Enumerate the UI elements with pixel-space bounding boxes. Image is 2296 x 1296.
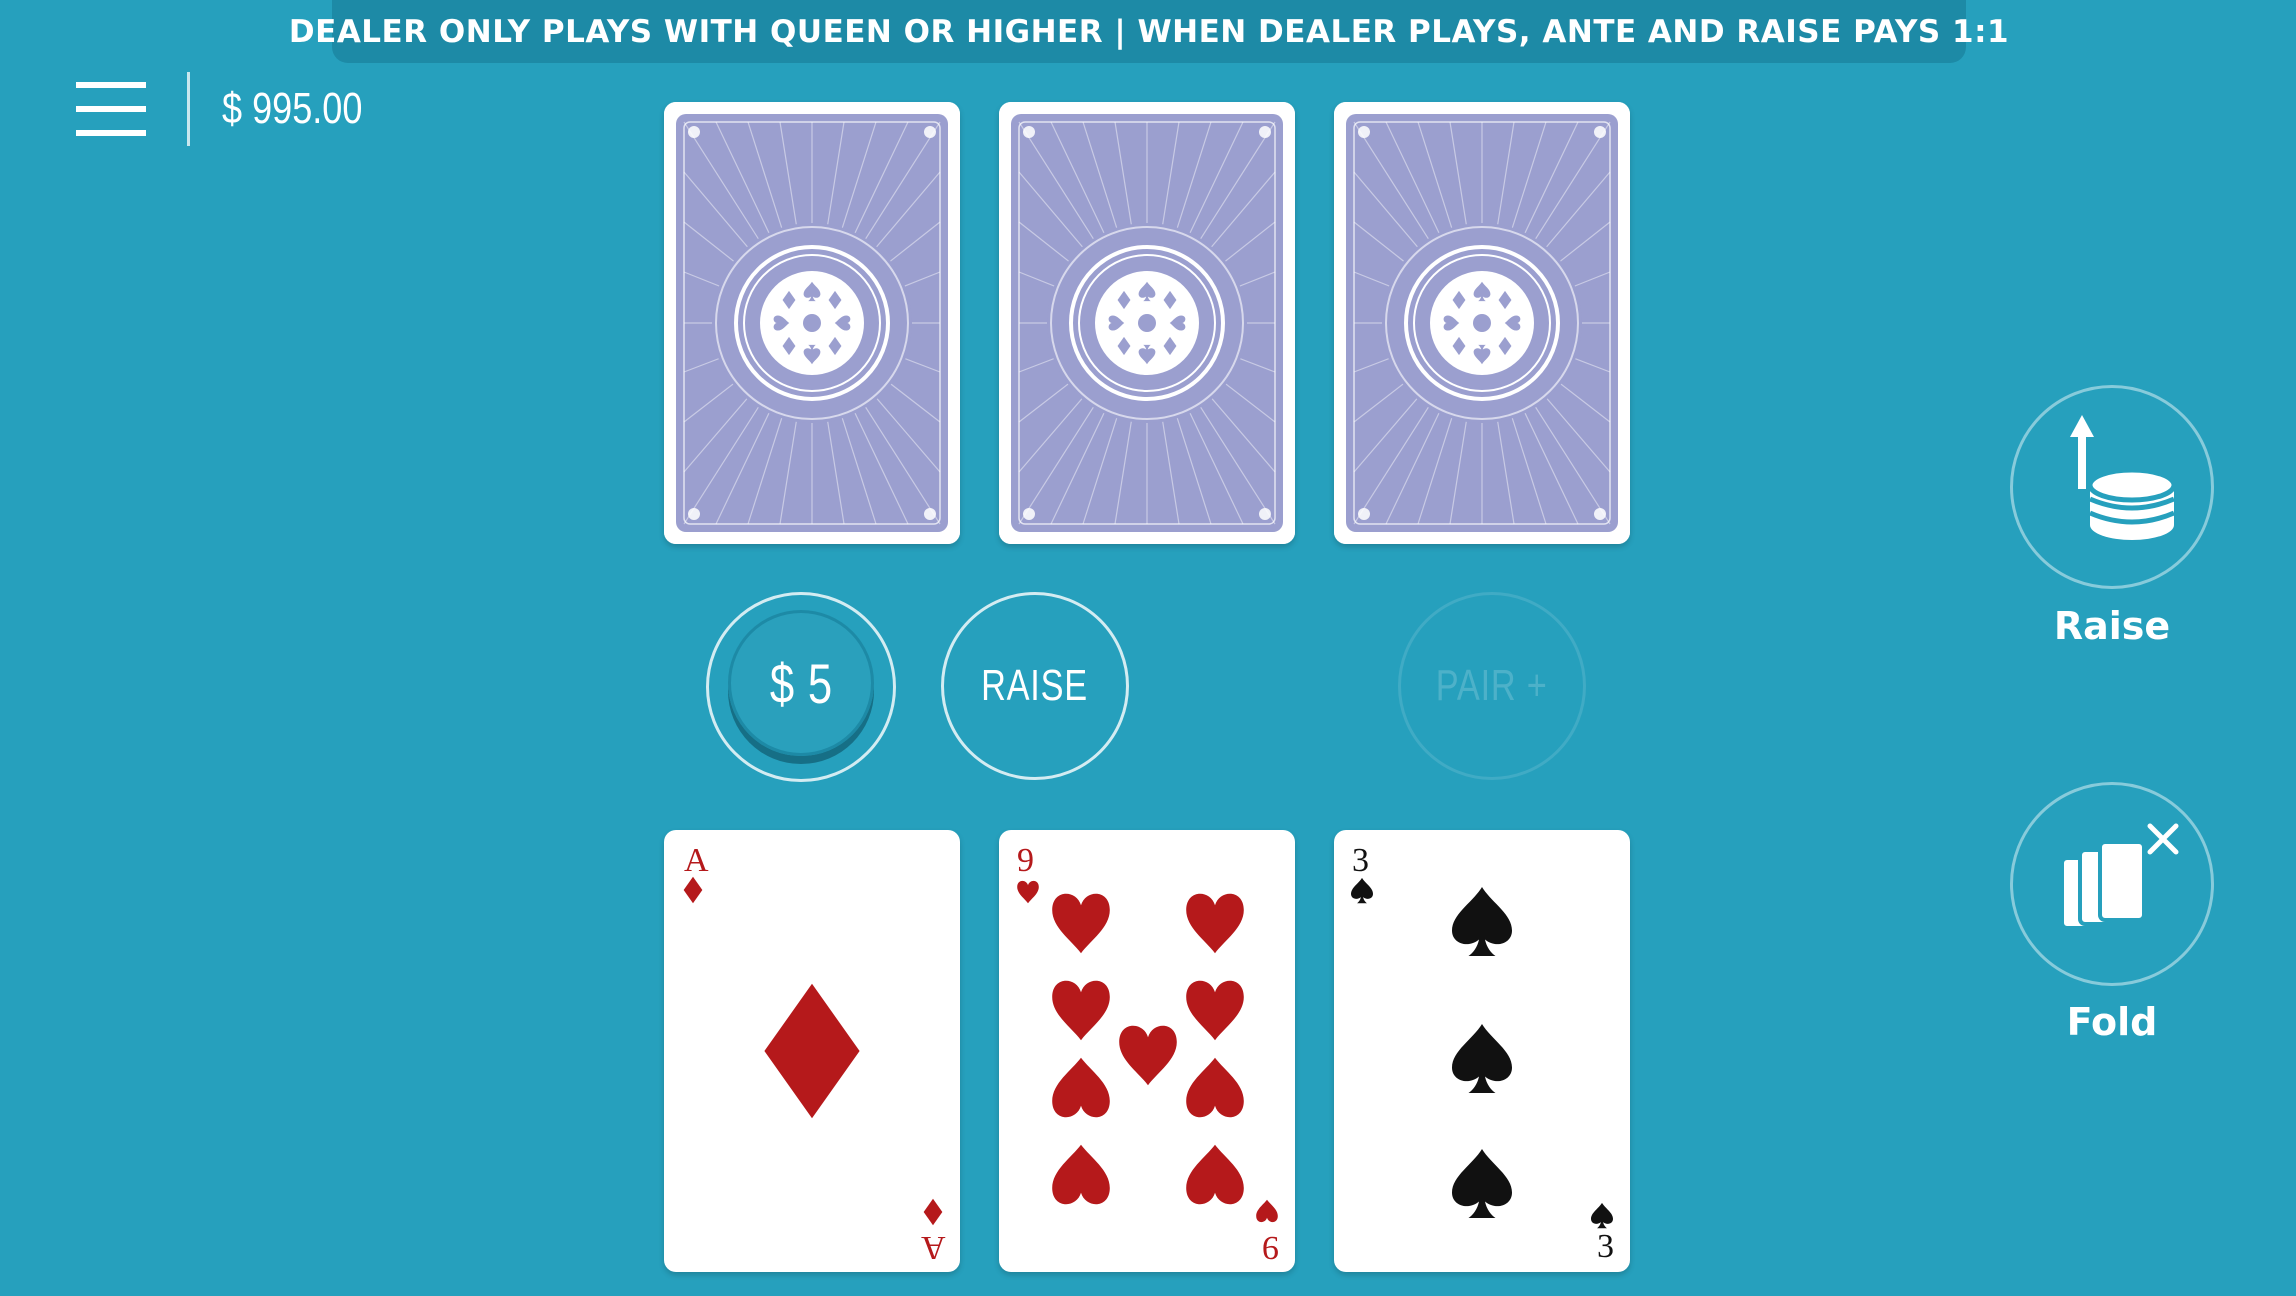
card-rank-bottom: 9 (1262, 1229, 1279, 1266)
spade-suit-icon (1351, 877, 1613, 1229)
balance-display: $ 995.00 (222, 84, 363, 133)
player-card-nine-of-hearts: 9 9 (999, 830, 1295, 1272)
fold-action-label[interactable]: Fold (2010, 1000, 2214, 1044)
player-card-ace-of-diamonds: A A (664, 830, 960, 1272)
diamond-suit-icon (683, 876, 943, 1226)
fold-cards-icon (2060, 823, 2179, 930)
raise-spot-label: RAISE (981, 661, 1089, 710)
pair-plus-bet-spot[interactable]: PAIR + (1398, 592, 1586, 780)
raise-action-button[interactable] (2010, 385, 2214, 589)
pair-plus-spot-label: PAIR + (1436, 661, 1548, 710)
raise-bet-spot[interactable]: RAISE (941, 592, 1129, 780)
player-card-three-of-spades: 3 3 (1334, 830, 1630, 1272)
header-divider (187, 72, 190, 146)
dealer-card-1 (664, 102, 960, 544)
fold-action-button[interactable] (2010, 782, 2214, 986)
card-back-icon (999, 102, 1295, 544)
raise-action-label[interactable]: Raise (2010, 604, 2214, 648)
card-back-icon (1334, 102, 1630, 544)
dealer-card-2 (999, 102, 1295, 544)
card-rank-bottom: A (921, 1229, 946, 1266)
rules-banner: DEALER ONLY PLAYS WITH QUEEN OR HIGHER |… (289, 0, 2009, 63)
ante-chip-amount: $ 5 (769, 651, 833, 715)
raise-chips-icon (2070, 415, 2177, 540)
hamburger-menu-icon[interactable] (76, 82, 146, 136)
heart-suit-icon (1017, 880, 1278, 1223)
dealer-card-3 (1334, 102, 1630, 544)
ante-bet-spot[interactable]: $ 5 (706, 592, 896, 782)
ante-chip[interactable]: $ 5 (728, 610, 874, 756)
card-back-icon (664, 102, 960, 544)
card-rank-bottom: 3 (1597, 1228, 1614, 1265)
